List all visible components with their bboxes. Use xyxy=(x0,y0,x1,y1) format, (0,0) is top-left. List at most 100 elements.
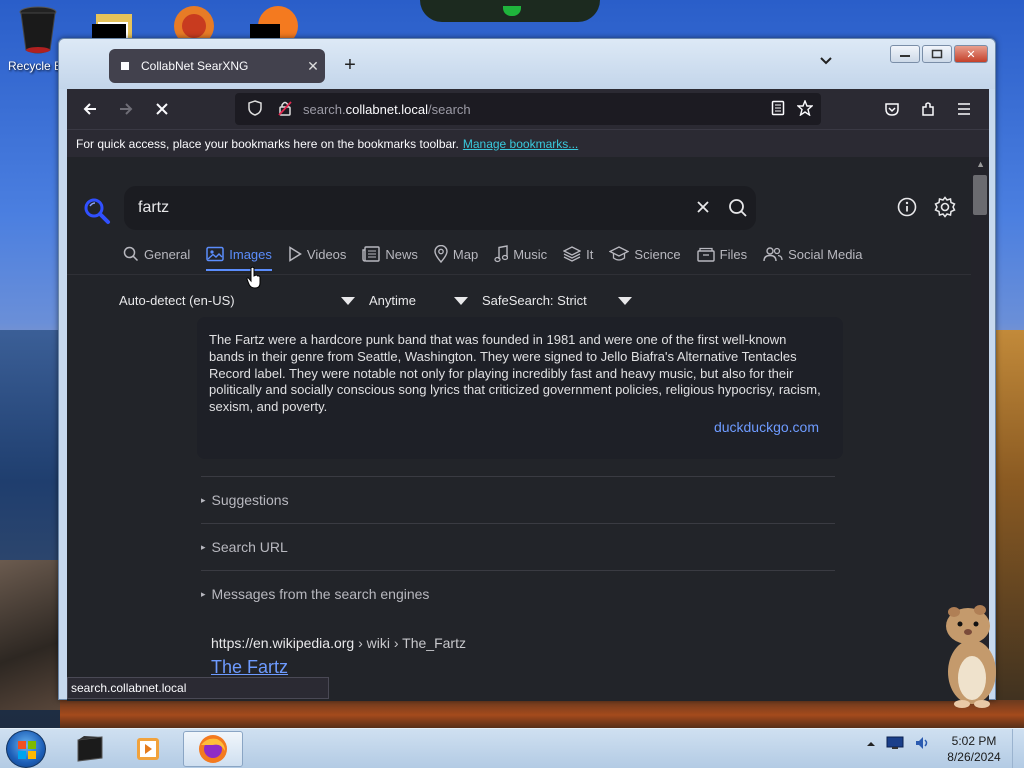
reader-view-icon[interactable] xyxy=(771,100,785,119)
bookmarks-toolbar: For quick access, place your bookmarks h… xyxy=(67,129,989,157)
lock-warning-icon[interactable] xyxy=(275,100,295,119)
clock-time: 5:02 PM xyxy=(951,734,997,748)
maximize-button[interactable] xyxy=(922,45,952,63)
layers-icon xyxy=(563,246,582,262)
school-icon xyxy=(609,246,630,262)
suggestions-label: Suggestions xyxy=(211,492,289,508)
taskbar-clock[interactable]: 5:02 PM 8/26/2024 xyxy=(936,733,1012,765)
search-filters: Auto-detect (en-US) Anytime SafeSearch: … xyxy=(119,293,646,308)
desktop-wallpaper-ground xyxy=(60,700,1024,730)
language-select[interactable]: Auto-detect (en-US) xyxy=(119,293,355,308)
bookmarks-hint: For quick access, place your bookmarks h… xyxy=(76,136,459,151)
searxng-logo-icon[interactable] xyxy=(83,197,111,225)
result-title-link[interactable]: The Fartz xyxy=(211,657,288,678)
engine-messages-toggle[interactable]: ▸ Messages from the search engines xyxy=(201,570,835,617)
category-label: Music xyxy=(513,246,548,262)
url-prefix: search. xyxy=(303,101,346,117)
hand-cursor-icon xyxy=(246,266,262,290)
tab-videos[interactable]: Videos xyxy=(288,245,346,271)
triangle-right-icon: ▸ xyxy=(201,541,206,552)
scrollbar-thumb[interactable] xyxy=(973,175,987,215)
manage-bookmarks-link[interactable]: Manage bookmarks... xyxy=(463,137,578,151)
search-url-toggle[interactable]: ▸ Search URL xyxy=(201,523,835,570)
newspaper-icon xyxy=(362,246,381,262)
desktop-wallpaper-rocks xyxy=(0,560,62,710)
infobox: The Fartz were a hardcore punk band that… xyxy=(197,317,843,459)
suggestions-toggle[interactable]: ▸ Suggestions xyxy=(201,476,835,523)
browser-window: CollabNet SearXNG ✕ + ✕ search.collabnet… xyxy=(58,38,996,701)
tab-it[interactable]: It xyxy=(563,245,593,271)
safesearch-select[interactable]: SafeSearch: Strict xyxy=(482,293,632,308)
result-url[interactable]: https://en.wikipedia.org › wiki › The_Fa… xyxy=(211,635,466,651)
shield-icon[interactable] xyxy=(245,99,265,119)
tab-images[interactable]: Images xyxy=(206,245,272,271)
search-input[interactable]: fartz xyxy=(124,186,756,230)
chevron-down-icon xyxy=(341,296,355,305)
menu-icon[interactable] xyxy=(951,93,977,125)
hamster-desktop-pet-icon[interactable] xyxy=(936,600,1006,710)
recycle-bin-label: Recycle B xyxy=(8,59,63,73)
triangle-right-icon: ▸ xyxy=(201,588,206,599)
music-icon xyxy=(494,245,509,263)
category-label: Images xyxy=(229,246,272,262)
start-button[interactable] xyxy=(6,730,46,768)
recycle-bin-icon[interactable] xyxy=(18,6,58,54)
page-content: fartz General Images Videos News Map Music It S… xyxy=(67,157,989,701)
pocket-icon[interactable] xyxy=(879,93,905,125)
result-url-host: https://en.wikipedia.org xyxy=(211,635,355,651)
settings-gear-icon[interactable] xyxy=(933,195,957,219)
minimize-button[interactable] xyxy=(890,45,920,63)
search-icon xyxy=(123,246,139,262)
new-tab-button[interactable]: + xyxy=(339,54,361,77)
engine-messages-label: Messages from the search engines xyxy=(211,586,430,602)
address-bar[interactable]: search.collabnet.local/search xyxy=(235,93,821,125)
browser-frame: search.collabnet.local/search For quick … xyxy=(67,89,989,701)
window-titlebar[interactable]: CollabNet SearXNG ✕ + ✕ xyxy=(59,39,995,89)
navigation-toolbar: search.collabnet.local/search xyxy=(67,89,989,129)
taskbar-media-player-icon[interactable] xyxy=(118,731,178,767)
tab-science[interactable]: Science xyxy=(609,245,681,271)
scroll-up-icon[interactable]: ▲ xyxy=(976,159,985,169)
search-submit-icon[interactable] xyxy=(720,198,756,218)
clock-date: 8/26/2024 xyxy=(947,750,1001,764)
taskbar-firefox-icon[interactable] xyxy=(183,731,243,767)
tab-favicon-icon xyxy=(121,62,129,70)
category-label: General xyxy=(144,246,191,262)
tab-close-icon[interactable]: ✕ xyxy=(301,58,325,75)
tab-files[interactable]: Files xyxy=(696,245,747,271)
forward-button[interactable] xyxy=(110,93,142,125)
close-button[interactable]: ✕ xyxy=(954,45,988,63)
tab-map[interactable]: Map xyxy=(434,245,478,271)
back-button[interactable] xyxy=(74,93,106,125)
category-label: News xyxy=(385,246,418,262)
search-url-label: Search URL xyxy=(211,539,288,555)
volume-icon[interactable] xyxy=(914,735,932,754)
show-desktop-button[interactable] xyxy=(1012,729,1024,768)
taskbar-terminal-icon[interactable] xyxy=(60,731,120,767)
stop-loading-button[interactable] xyxy=(146,93,178,125)
tab-general[interactable]: General xyxy=(123,245,190,271)
people-icon xyxy=(763,246,783,262)
tray-expand-icon[interactable] xyxy=(866,739,876,751)
tab-social-media[interactable]: Social Media xyxy=(763,245,863,271)
files-icon xyxy=(696,246,715,262)
list-all-tabs-button[interactable] xyxy=(819,53,833,69)
url-text[interactable]: search.collabnet.local/search xyxy=(303,102,771,117)
chevron-down-icon xyxy=(618,296,632,305)
search-query[interactable]: fartz xyxy=(138,199,686,217)
language-value: Auto-detect (en-US) xyxy=(119,293,235,308)
safesearch-value: SafeSearch: Strict xyxy=(482,293,587,308)
bookmark-star-icon[interactable] xyxy=(796,98,814,119)
tab-title: CollabNet SearXNG xyxy=(141,59,249,73)
tab-news[interactable]: News xyxy=(362,245,418,271)
time-range-select[interactable]: Anytime xyxy=(369,293,468,308)
tab-music[interactable]: Music xyxy=(494,245,547,271)
info-icon[interactable] xyxy=(895,195,919,219)
category-label: It xyxy=(586,246,594,262)
clear-search-icon[interactable] xyxy=(686,198,720,219)
tab-searxng[interactable]: CollabNet SearXNG ✕ xyxy=(109,49,325,83)
extensions-icon[interactable] xyxy=(915,93,941,125)
network-icon[interactable] xyxy=(886,736,904,753)
infobox-source-link[interactable]: duckduckgo.com xyxy=(714,419,819,435)
image-icon xyxy=(206,246,224,262)
